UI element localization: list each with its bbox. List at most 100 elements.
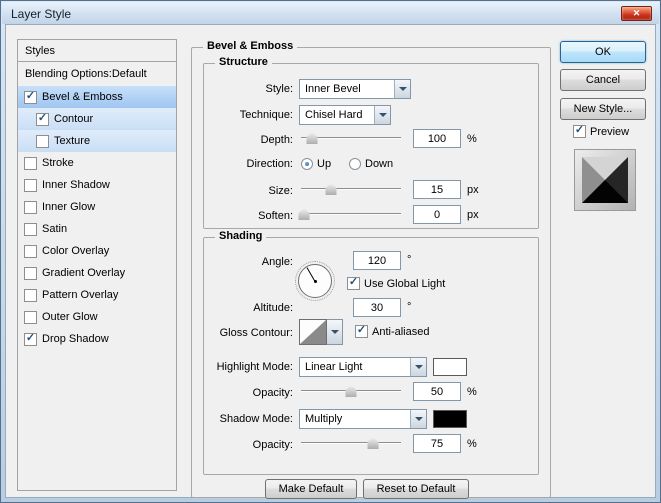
reset-to-default-button[interactable]: Reset to Default [363, 479, 469, 499]
close-button[interactable]: ✕ [621, 6, 652, 21]
size-input[interactable] [413, 180, 461, 199]
stroke-checkbox[interactable] [24, 156, 37, 170]
shadow-opacity-label: Opacity: [252, 439, 293, 451]
cancel-button[interactable]: Cancel [560, 69, 646, 91]
layer-style-dialog: Layer Style ✕ Styles Blending Options:De… [0, 0, 661, 503]
gradient-overlay-checkbox[interactable] [24, 266, 37, 280]
size-slider-track[interactable] [301, 188, 401, 190]
chevron-down-icon[interactable] [394, 80, 410, 98]
sidebar-item-bevel-emboss[interactable]: ✓ Bevel & Emboss [18, 86, 176, 108]
shadow-opacity-track[interactable] [301, 442, 401, 444]
shadow-opacity-unit: % [467, 438, 477, 450]
direction-down-label: Down [365, 158, 394, 170]
sidebar-item-pattern-overlay[interactable]: Pattern Overlay [18, 284, 176, 306]
highlight-opacity-slider[interactable] [301, 384, 401, 398]
sidebar-item-label: Stroke [42, 157, 74, 169]
style-select[interactable]: Inner Bevel [299, 79, 411, 99]
size-unit: px [467, 184, 479, 196]
size-slider-thumb[interactable] [325, 183, 337, 195]
shadow-opacity-input[interactable] [413, 434, 461, 453]
altitude-input[interactable] [353, 298, 401, 317]
make-default-button[interactable]: Make Default [265, 479, 357, 499]
chevron-down-icon[interactable] [410, 410, 426, 428]
shadow-mode-label: Shadow Mode: [219, 413, 293, 425]
outer-glow-checkbox[interactable] [24, 310, 37, 324]
size-label: Size: [268, 185, 293, 197]
soften-label: Soften: [258, 210, 293, 222]
preview-label: Preview [590, 126, 630, 138]
angle-label: Angle: [261, 256, 293, 268]
direction-up-radio[interactable] [301, 158, 313, 170]
color-overlay-checkbox[interactable] [24, 244, 37, 258]
soften-slider[interactable] [298, 207, 401, 221]
preview-checkbox[interactable]: ✓ [573, 125, 586, 138]
highlight-opacity-thumb[interactable] [345, 385, 357, 397]
sidebar-item-inner-glow[interactable]: Inner Glow [18, 196, 176, 218]
soften-slider-thumb[interactable] [298, 208, 310, 220]
pattern-overlay-checkbox[interactable] [24, 288, 37, 302]
use-global-light-checkbox[interactable]: ✓ [347, 277, 360, 290]
highlight-mode-select[interactable]: Linear Light [299, 357, 427, 377]
sidebar-item-gradient-overlay[interactable]: Gradient Overlay [18, 262, 176, 284]
depth-input[interactable] [413, 129, 461, 148]
sidebar-item-label: Bevel & Emboss [42, 91, 123, 103]
check-icon: ✓ [574, 124, 585, 136]
titlebar[interactable]: Layer Style ✕ [2, 2, 659, 24]
drop-shadow-checkbox[interactable]: ✓ [24, 332, 37, 346]
chevron-down-icon[interactable] [327, 319, 343, 345]
sidebar-item-color-overlay[interactable]: Color Overlay [18, 240, 176, 262]
soften-slider-track[interactable] [301, 213, 401, 215]
gloss-contour-thumbnail[interactable] [299, 319, 327, 345]
soften-unit: px [467, 209, 479, 221]
soften-input[interactable] [413, 205, 461, 224]
shadow-opacity-slider[interactable] [301, 436, 401, 450]
sidebar-item-outer-glow[interactable]: Outer Glow [18, 306, 176, 328]
technique-select[interactable]: Chisel Hard [299, 105, 391, 125]
sidebar-item-label: Gradient Overlay [42, 267, 126, 279]
size-slider[interactable] [301, 182, 401, 196]
satin-checkbox[interactable] [24, 222, 37, 236]
check-icon: ✓ [348, 276, 359, 288]
chevron-down-icon[interactable] [374, 106, 390, 124]
angle-input[interactable] [353, 251, 401, 270]
sidebar-item-satin[interactable]: Satin [18, 218, 176, 240]
close-icon: ✕ [632, 8, 641, 18]
sidebar-item-label: Inner Shadow [42, 179, 110, 191]
inner-glow-checkbox[interactable] [24, 200, 37, 214]
new-style-button[interactable]: New Style... [560, 98, 646, 120]
altitude-unit: ° [407, 301, 412, 313]
chevron-down-icon[interactable] [410, 358, 426, 376]
technique-select-value: Chisel Hard [305, 109, 363, 121]
inner-shadow-checkbox[interactable] [24, 178, 37, 192]
highlight-color-swatch[interactable] [433, 358, 467, 376]
ok-button[interactable]: OK [560, 41, 646, 63]
highlight-mode-value: Linear Light [305, 361, 363, 373]
sidebar-item-texture[interactable]: Texture [18, 130, 176, 152]
cancel-label: Cancel [585, 74, 621, 86]
window-title: Layer Style [11, 7, 72, 21]
highlight-opacity-unit: % [467, 386, 477, 398]
texture-checkbox[interactable] [36, 134, 49, 148]
highlight-opacity-input[interactable] [413, 382, 461, 401]
sidebar-item-label: Color Overlay [42, 245, 110, 257]
depth-slider[interactable] [301, 131, 401, 145]
angle-dial[interactable] [295, 261, 335, 301]
shadow-opacity-thumb[interactable] [367, 437, 379, 449]
bevel-emboss-checkbox[interactable]: ✓ [24, 90, 37, 104]
shadow-color-swatch[interactable] [433, 410, 467, 428]
direction-down-radio[interactable] [349, 158, 361, 170]
depth-slider-thumb[interactable] [306, 132, 318, 144]
sidebar-item-drop-shadow[interactable]: ✓ Drop Shadow [18, 328, 176, 350]
depth-label: Depth: [260, 134, 293, 146]
anti-aliased-checkbox[interactable]: ✓ [355, 325, 368, 338]
gloss-contour-picker[interactable] [299, 319, 343, 345]
sidebar-item-contour[interactable]: ✓ Contour [18, 108, 176, 130]
contour-checkbox[interactable]: ✓ [36, 112, 49, 126]
angle-unit: ° [407, 254, 412, 266]
shading-legend: Shading [215, 230, 267, 242]
shadow-mode-select[interactable]: Multiply [299, 409, 427, 429]
sidebar-item-label: Drop Shadow [42, 333, 109, 345]
sidebar-item-inner-shadow[interactable]: Inner Shadow [18, 174, 176, 196]
sidebar-item-stroke[interactable]: Stroke [18, 152, 176, 174]
sidebar-item-blending-options[interactable]: Blending Options:Default [18, 62, 176, 86]
